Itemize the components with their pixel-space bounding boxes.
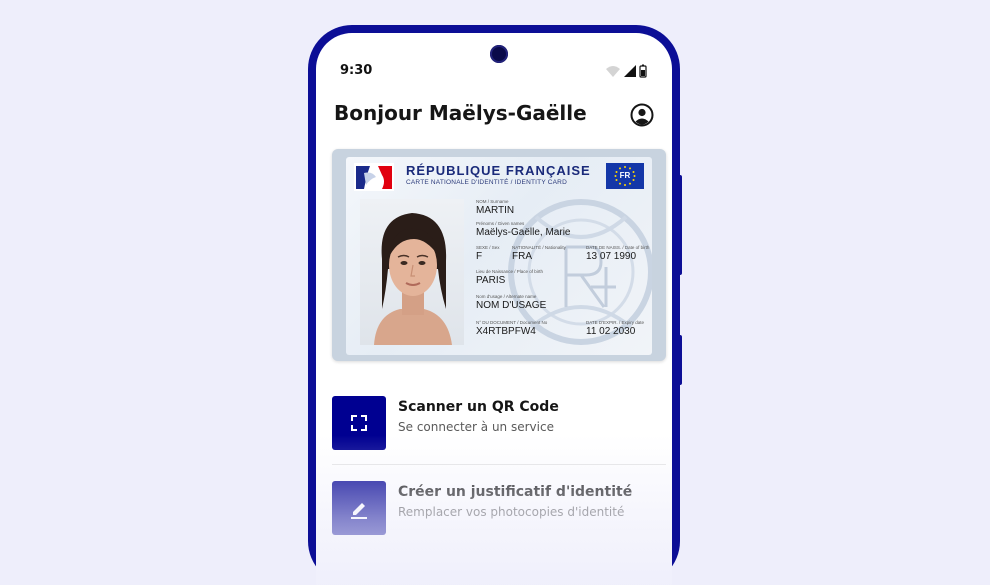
identity-card[interactable]: RÉPUBLIQUE FRANÇAISE CARTE NATIONALE D'I… [332,149,666,361]
identity-photo [360,199,464,345]
sex-value: F [476,251,483,262]
battery-icon [639,64,647,78]
create-proof-tile[interactable] [332,481,386,535]
edit-pencil-icon [351,503,367,519]
usage-name-label: Nom d'usage / Alternate name [476,294,537,299]
eu-flag: FR [606,163,644,189]
qr-scan-icon [351,415,367,431]
scan-qr-tile[interactable] [332,396,386,450]
card-subtitle: CARTE NATIONALE D'IDENTITÉ / IDENTITY CA… [406,179,567,186]
signal-icon [624,65,636,77]
scan-qr-subtitle: Se connecter à un service [398,420,554,434]
expiry-label: DATE D'EXPIR. / Expiry date [586,320,645,325]
status-icons [606,64,647,78]
sex-label: SEXE / Sex [476,245,500,250]
greeting-title: Bonjour Maëlys-Gaëlle [334,101,587,125]
identity-card-face: RÉPUBLIQUE FRANÇAISE CARTE NATIONALE D'I… [346,157,652,355]
birth-date-label: DATE DE NAISS. / Date of birth [586,245,650,250]
create-proof-action[interactable]: Créer un justificatif d'identité Remplac… [332,481,666,537]
document-number-value: X4RTBPFW4 [476,326,536,337]
phone-screen: 9:30 Bonjour Maëlys-Gaëlle RÉPUBLIQUE FR… [316,33,672,585]
scan-qr-title: Scanner un QR Code [398,399,559,415]
phone-frame: 9:30 Bonjour Maëlys-Gaëlle RÉPUBLIQUE FR… [308,25,680,585]
side-button-volume [677,175,682,275]
scan-qr-action[interactable]: Scanner un QR Code Se connecter à un ser… [332,396,666,452]
marianne-logo [354,163,394,191]
surname-label: NOM / Surname [476,199,509,204]
nationality-value: FRA [512,251,532,262]
country-title: RÉPUBLIQUE FRANÇAISE [406,163,591,178]
document-number-label: N° DU DOCUMENT / Document No [476,320,548,325]
birthplace-label: Lieu de Naissance / Place of birth [476,269,544,274]
account-icon[interactable] [630,103,654,127]
portrait-illustration [374,213,452,345]
status-bar: 9:30 [340,63,648,79]
create-proof-title: Créer un justificatif d'identité [398,484,633,500]
eu-country-code: FR [619,171,631,180]
usage-name-value: NOM D'USAGE [476,300,547,311]
birthplace-value: PARIS [476,275,506,286]
status-time: 9:30 [340,63,373,78]
divider [332,464,666,465]
given-names-label: Prénoms / Given names [476,221,525,226]
create-proof-subtitle: Remplacer vos photocopies d'identité [398,505,625,519]
front-camera [490,45,508,63]
side-button-power [677,335,682,385]
wifi-icon [606,66,620,77]
expiry-value: 11 02 2030 [586,326,636,337]
surname-value: MARTIN [476,205,515,216]
given-names-value: Maëlys-Gaëlle, Marie [476,227,571,238]
birth-date-value: 13 07 1990 [586,251,637,262]
nationality-label: NATIONALITÉ / Nationality [512,245,566,250]
